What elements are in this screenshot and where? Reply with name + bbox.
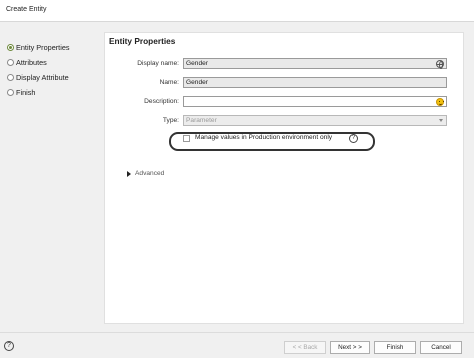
name-label: Name: [159,79,179,86]
step-attributes[interactable]: Attributes [7,55,70,70]
step-radio-icon [7,74,14,81]
step-active-radio-icon [7,44,14,51]
content-panel: Entity Properties Display name: Gender N… [104,32,464,324]
wizard-body: Entity Properties Attributes Display Att… [0,22,474,332]
page-title: Entity Properties [109,36,176,46]
type-label: Type: [162,117,179,124]
step-display-attribute[interactable]: Display Attribute [7,70,70,85]
step-label: Finish [16,88,36,97]
step-label: Attributes [16,58,47,67]
manage-production-label[interactable]: Manage values in Production environment … [195,134,332,141]
name-field[interactable]: Gender [183,77,447,88]
next-button[interactable]: Next > > [330,341,370,354]
cancel-button[interactable]: Cancel [420,341,462,354]
name-value: Gender [186,79,208,86]
display-name-value: Gender [186,60,208,67]
step-entity-properties[interactable]: Entity Properties [7,40,70,55]
type-value: Parameter [186,117,217,124]
globe-icon[interactable] [436,60,444,69]
step-list: Entity Properties Attributes Display Att… [7,40,70,100]
display-name-field[interactable]: Gender [183,58,447,69]
description-label: Description: [144,98,179,105]
display-name-label: Display name: [137,60,179,67]
step-label: Entity Properties [16,43,70,52]
finish-button[interactable]: Finish [374,341,416,354]
step-label: Display Attribute [16,73,69,82]
advanced-toggle[interactable]: Advanced [127,170,164,177]
footer-bar: ? < < Back Next > > Finish Cancel [0,332,474,358]
window-title: Create Entity [6,6,47,13]
expand-triangle-icon [127,170,131,177]
help-icon[interactable]: ? [4,341,14,351]
advanced-label: Advanced [135,170,165,177]
title-bar: Create Entity [0,0,474,22]
help-icon[interactable]: ? [349,134,358,143]
step-radio-icon [7,59,14,66]
back-button[interactable]: < < Back [284,341,326,354]
emoji-icon[interactable] [436,98,444,106]
step-finish[interactable]: Finish [7,85,70,100]
manage-production-checkbox[interactable] [183,135,190,142]
chevron-down-icon [439,119,443,122]
step-radio-icon [7,89,14,96]
description-field[interactable] [183,96,447,107]
type-select[interactable]: Parameter [183,115,447,126]
